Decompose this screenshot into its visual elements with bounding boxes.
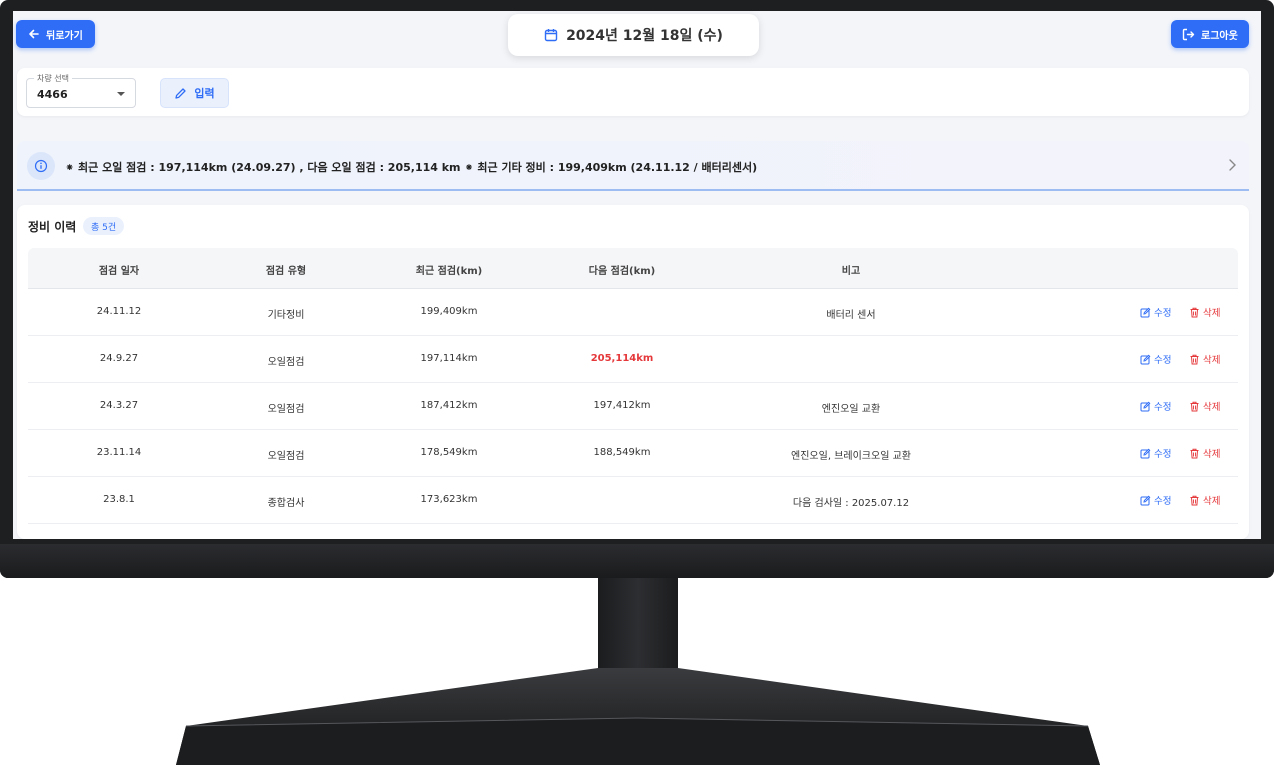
vehicle-select[interactable]: 차량 선택 4466 [26,73,136,108]
input-button[interactable]: 입력 [160,78,229,108]
cell-note: 엔진오일 교환 [821,404,881,415]
edit-icon [1140,307,1151,317]
cell-date: 23.8.1 [103,494,135,505]
count-badge: 총 5건 [83,217,125,235]
cell-type: 오일점검 [267,451,305,462]
cell-recent: 199,409km [420,306,478,317]
monitor-frame: 뒤로가기 2024년 12월 18일 (수) 로그아웃 차량 선택 4466 입… [0,0,1274,578]
delete-label: 삭제 [1203,496,1221,507]
cell-note: 배터리 센서 [826,310,876,321]
cell-recent: 197,114km [420,353,478,364]
delete-label: 삭제 [1203,449,1221,460]
delete-label: 삭제 [1203,402,1221,413]
trash-icon [1190,307,1199,317]
edit-icon [1140,354,1151,364]
vehicle-select-label: 차량 선택 [34,73,72,84]
delete-button[interactable]: 삭제 [1189,352,1220,366]
edit-label: 수정 [1154,449,1172,460]
cell-date: 23.11.14 [96,447,142,458]
column-header-next: 다음 점검(km) [588,266,656,277]
edit-label: 수정 [1154,496,1172,507]
cell-date: 24.11.12 [96,306,142,317]
info-icon [27,152,55,180]
cell-recent: 187,412km [420,400,478,411]
column-header-type: 점검 유형 [265,266,307,277]
edit-button[interactable]: 수정 [1140,493,1171,507]
edit-button[interactable]: 수정 [1140,446,1171,460]
edit-icon [1140,448,1151,458]
delete-label: 삭제 [1203,308,1221,319]
monitor-stand-base [176,668,1100,765]
table-row: 23.8.1 종합검사 173,623km 다음 검사일 : 2025.07.12 수정… [28,477,1238,524]
edit-button[interactable]: 수정 [1140,352,1171,366]
arrow-left-icon [29,29,39,39]
column-header-recent: 최근 점검(km) [415,266,483,277]
back-label: 뒤로가기 [46,30,83,42]
cell-recent: 178,549km [420,447,478,458]
logout-label: 로그아웃 [1201,30,1238,42]
logout-icon [1182,28,1195,40]
cell-note: 다음 검사일 : 2025.07.12 [792,498,910,509]
table-row: 24.9.27 오일점검 197,114km 205,114km 수정 삭제 [28,336,1238,383]
date-label: 2024년 12월 18일 (수) [566,28,723,44]
maintenance-summary-banner[interactable]: ⁕ 최근 오일 점검 : 197,114km (24.09.27) , 다음 오… [17,141,1249,191]
current-date: 2024년 12월 18일 (수) [508,14,759,56]
edit-icon [1140,401,1151,411]
edit-label: 수정 [1154,355,1172,366]
delete-button[interactable]: 삭제 [1189,446,1220,460]
column-header-note: 비고 [841,266,861,277]
logout-button[interactable]: 로그아웃 [1171,20,1249,48]
trash-icon [1190,495,1199,505]
cell-type: 기타정비 [267,310,305,321]
trash-icon [1190,448,1199,458]
table-row: 24.11.12 기타정비 199,409km 배터리 센서 수정 삭제 [28,289,1238,336]
column-header-date: 점검 일자 [98,266,140,277]
chevron-right-icon[interactable] [1227,158,1237,172]
cell-type: 종합검사 [267,498,305,509]
delete-label: 삭제 [1203,355,1221,366]
edit-label: 수정 [1154,402,1172,413]
cell-recent: 173,623km [420,494,478,505]
calendar-icon [544,29,558,42]
cell-type: 오일점검 [267,357,305,368]
edit-button[interactable]: 수정 [1140,305,1171,319]
cell-next: 205,114km [590,353,654,364]
delete-button[interactable]: 삭제 [1189,399,1220,413]
table-row: 23.11.14 오일점검 178,549km 188,549km 엔진오일, 브레이크… [28,430,1238,477]
maintenance-history-card: 정비 이력 총 5건 점검 일자 점검 유형 최근 점검(km) 다음 점검(k… [17,205,1249,539]
cell-type: 오일점검 [267,404,305,415]
cell-next: 197,412km [593,400,651,411]
vehicle-select-value: 4466 [37,88,68,101]
back-button[interactable]: 뒤로가기 [16,20,95,48]
edit-icon [1140,495,1151,505]
monitor-neck [598,578,678,674]
caret-down-icon [117,92,125,96]
cell-date: 24.9.27 [99,353,139,364]
delete-button[interactable]: 삭제 [1189,305,1220,319]
filter-card: 차량 선택 4466 입력 [17,68,1249,116]
cell-date: 24.3.27 [99,400,139,411]
app-screen: 뒤로가기 2024년 12월 18일 (수) 로그아웃 차량 선택 4466 입… [13,11,1261,539]
trash-icon [1190,401,1199,411]
monitor-chin [0,544,1274,578]
cell-note: 엔진오일, 브레이크오일 교환 [791,451,911,462]
edit-label: 수정 [1154,308,1172,319]
trash-icon [1190,354,1199,364]
pencil-icon [175,87,187,99]
input-label: 입력 [194,87,215,100]
table-row: 24.3.27 오일점검 187,412km 197,412km 엔진오일 교환 수정 삭제 [28,383,1238,430]
delete-button[interactable]: 삭제 [1189,493,1220,507]
summary-text: ⁕ 최근 오일 점검 : 197,114km (24.09.27) , 다음 오… [65,161,758,174]
cell-next: 188,549km [593,447,651,458]
edit-button[interactable]: 수정 [1140,399,1171,413]
history-title: 정비 이력 [28,220,77,234]
table-header: 점검 일자 점검 유형 최근 점검(km) 다음 점검(km) 비고 [28,248,1238,289]
